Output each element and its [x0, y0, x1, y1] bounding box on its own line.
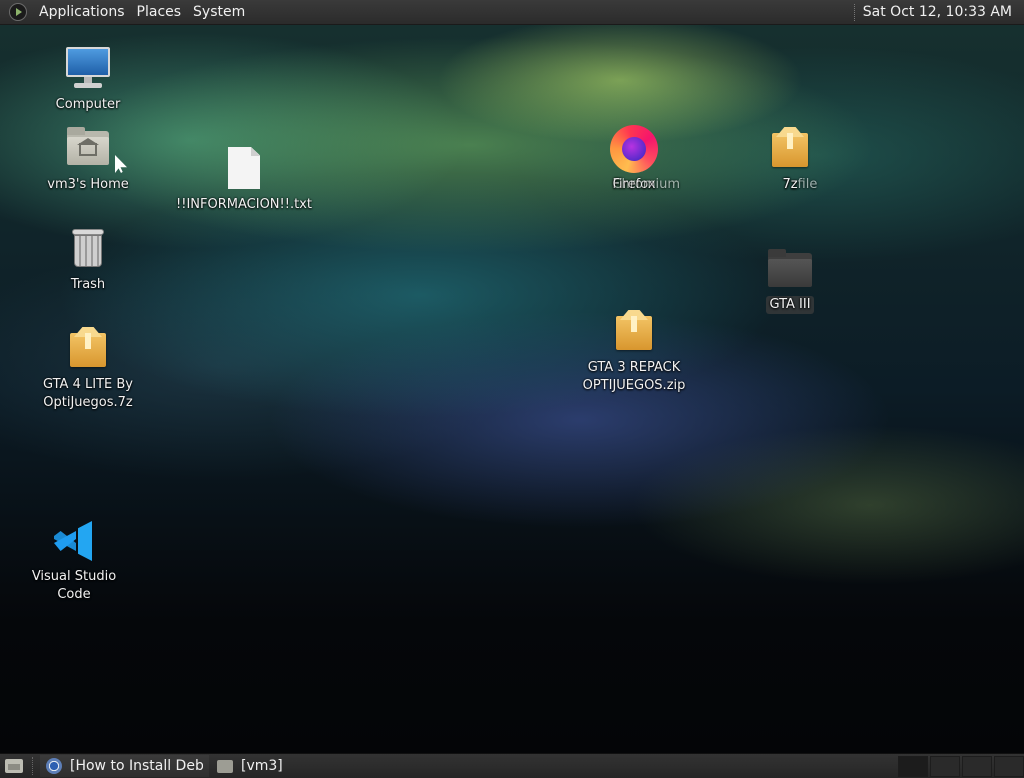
desktop[interactable]: Computer vm3's Home !!INFORMACION!!.txt …	[0, 25, 1024, 753]
bottom-panel: [How to Install Debi... [vm3]	[0, 753, 1024, 778]
show-desktop-icon[interactable]	[5, 759, 23, 773]
firefox-icon	[610, 125, 658, 173]
icon-label: Firefox Chromium	[612, 176, 680, 194]
icon-label: GTA 4 LITE By OptiJuegos.7z	[43, 377, 133, 410]
desktop-icon-gta3-repack-zip[interactable]: GTA 3 REPACK OPTIJUEGOS.zip	[574, 308, 694, 395]
icon-label: Visual Studio Code	[31, 569, 117, 602]
taskbar-item-label: [vm3]	[241, 758, 283, 774]
archive-icon	[64, 325, 112, 373]
archive-icon	[610, 308, 658, 356]
applications-menu[interactable]: Applications	[33, 0, 131, 25]
desktop-icon-home[interactable]: vm3's Home	[28, 125, 148, 194]
workspace-4[interactable]	[994, 756, 1024, 777]
desktop-icon-gta4-archive[interactable]: GTA 4 LITE By OptiJuegos.7z	[28, 325, 148, 412]
icon-label: Trash	[70, 277, 106, 292]
system-menu[interactable]: System	[187, 0, 251, 25]
home-folder-icon	[64, 125, 112, 173]
workspace-2[interactable]	[930, 756, 960, 777]
taskbar-item-label: [How to Install Debi...	[70, 758, 203, 774]
workspace-3[interactable]	[962, 756, 992, 777]
desktop-icon-vscode[interactable]: Visual Studio Code	[14, 517, 134, 604]
browser-icon	[46, 758, 62, 774]
icon-label-chromium: Chromium	[612, 177, 680, 192]
folder-icon	[766, 245, 814, 293]
text-file-icon	[220, 145, 268, 193]
icon-label: Computer	[55, 97, 121, 112]
clock[interactable]: Sat Oct 12, 10:33 AM	[863, 4, 1012, 20]
desktop-icon-gta3-folder[interactable]: GTA III	[730, 245, 850, 314]
trash-icon	[64, 225, 112, 273]
vscode-icon	[50, 517, 98, 565]
desktop-icon-firefox[interactable]: Firefox Chromium	[574, 125, 694, 194]
distro-logo-icon[interactable]	[9, 3, 27, 21]
taskbar-item-browser[interactable]: [How to Install Debi...	[40, 755, 209, 777]
taskbar-item-file-manager[interactable]: [vm3]	[211, 755, 373, 777]
icon-label-7zfile: 7zfile	[782, 177, 818, 192]
desktop-icon-7z-archive[interactable]: 7z 7zfile	[730, 125, 850, 194]
icon-label: vm3's Home	[47, 177, 129, 192]
desktop-icon-informacion-txt[interactable]: !!INFORMACION!!.txt	[176, 145, 312, 214]
workspace-1[interactable]	[898, 756, 928, 777]
desktop-icon-computer[interactable]: Computer	[28, 45, 148, 114]
computer-icon	[64, 45, 112, 93]
icon-label: !!INFORMACION!!.txt	[176, 197, 312, 212]
archive-icon	[766, 125, 814, 173]
panel-separator	[32, 757, 35, 775]
icon-label: 7z 7zfile	[782, 176, 817, 194]
desktop-icon-trash[interactable]: Trash	[28, 225, 148, 294]
icon-label: GTA III	[766, 296, 814, 314]
folder-icon	[217, 759, 233, 773]
workspace-switcher[interactable]	[896, 756, 1024, 777]
top-panel: Applications Places System Sat Oct 12, 1…	[0, 0, 1024, 25]
places-menu[interactable]: Places	[131, 0, 188, 25]
icon-label: GTA 3 REPACK OPTIJUEGOS.zip	[582, 360, 686, 393]
panel-separator	[853, 3, 857, 21]
